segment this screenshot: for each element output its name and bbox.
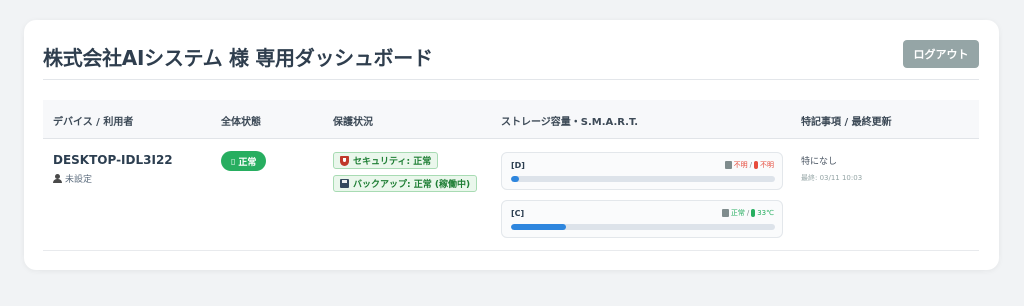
device-name: DESKTOP-IDL3I22: [53, 153, 173, 167]
smart-separator: /: [749, 161, 752, 169]
drive-smart: 不明 / 不明: [724, 160, 774, 170]
column-header-protection: 保護状況: [333, 117, 373, 128]
smart-separator: /: [746, 209, 750, 217]
hdd-icon: [721, 209, 729, 217]
table-header: デバイス / 利用者 全体状態 保護状況 ストレージ容量・S.M.A.R.T. …: [43, 100, 979, 139]
user-line: 未設定: [53, 172, 92, 185]
backup-badge: バックアップ: 正常 (稼働中): [333, 175, 478, 192]
last-updated: 最終: 03/11 10:03: [801, 174, 863, 182]
status-label: 正常: [238, 157, 257, 168]
shield-icon: [340, 155, 349, 166]
user-icon: [53, 174, 62, 183]
status-badge: ▯ 正常: [221, 151, 267, 171]
drive-health: 不明: [733, 161, 748, 169]
dashboard-header: 株式会社AIシステム 様 専用ダッシュボード ログアウト: [43, 40, 979, 80]
user-name: 未設定: [65, 175, 93, 185]
security-label: セキュリティ: 正常: [353, 157, 432, 167]
column-header-device: デバイス / 利用者: [53, 117, 134, 128]
security-badge: セキュリティ: 正常: [333, 152, 439, 169]
drive-card: [C] 正常 / 33℃: [501, 200, 783, 238]
thermometer-icon: [754, 161, 758, 169]
usage-bar-fill: [511, 224, 567, 230]
drive-card: [D] 不明 / 不明: [501, 152, 783, 190]
page-title: 株式会社AIシステム 様 専用ダッシュボード: [43, 46, 433, 70]
column-header-storage: ストレージ容量・S.M.A.R.T.: [501, 117, 639, 128]
usage-bar-fill: [511, 176, 519, 182]
note-text: 特になし: [801, 157, 838, 167]
logout-button[interactable]: ログアウト: [903, 40, 979, 68]
table-row: DESKTOP-IDL3I22 未設定 ▯ 正常 セキュリティ: 正常 バックア…: [43, 139, 979, 251]
drive-label: [D]: [511, 161, 525, 170]
column-header-notes: 特記事項 / 最終更新: [801, 117, 892, 128]
drive-label: [C]: [511, 209, 525, 218]
usage-bar: [511, 224, 775, 230]
hdd-icon: [724, 161, 732, 169]
thermometer-icon: [751, 209, 756, 217]
status-icon: ▯: [231, 156, 236, 166]
drive-health: 正常: [730, 209, 745, 217]
backup-label: バックアップ: 正常 (稼働中): [353, 180, 471, 190]
drive-smart: 正常 / 33℃: [721, 208, 774, 218]
device-table: デバイス / 利用者 全体状態 保護状況 ストレージ容量・S.M.A.R.T. …: [43, 100, 979, 251]
column-header-status: 全体状態: [221, 117, 261, 128]
drive-temp: 33℃: [757, 209, 774, 217]
disk-icon: [340, 179, 349, 188]
drive-temp: 不明: [760, 161, 774, 169]
usage-bar: [511, 176, 775, 182]
dashboard-card: 株式会社AIシステム 様 専用ダッシュボード ログアウト デバイス / 利用者 …: [24, 20, 999, 270]
